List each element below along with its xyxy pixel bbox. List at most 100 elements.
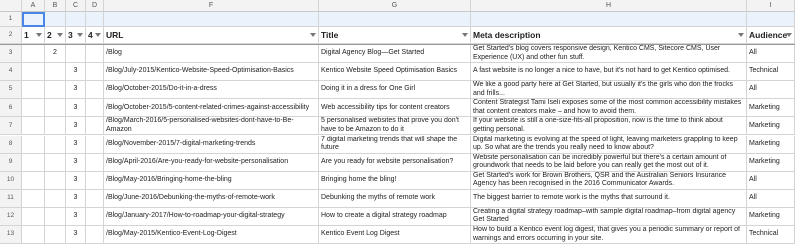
level1-cell[interactable] xyxy=(22,99,45,118)
url-cell[interactable]: /Blog/October-2015/Do-it-in-a-dress xyxy=(104,81,319,100)
url-cell[interactable]: /Blog/May-2016/Bringing-home-the-bling xyxy=(104,171,319,190)
level4-cell[interactable] xyxy=(86,153,104,172)
level3-cell[interactable]: 3 xyxy=(66,207,86,226)
title-header[interactable]: Title xyxy=(319,27,471,44)
row-number[interactable]: 9 xyxy=(0,153,22,172)
title-cell[interactable]: Doing it in a dress for One Girl xyxy=(319,81,471,100)
level1-cell[interactable] xyxy=(22,189,45,208)
level3-cell[interactable]: 3 xyxy=(66,153,86,172)
title-cell[interactable]: 7 digital marketing trends that will sha… xyxy=(319,135,471,154)
url-cell[interactable]: /Blog/November-2015/7-digital-marketing-… xyxy=(104,135,319,154)
url-cell[interactable]: /Blog/October-2015/5-content-related-cri… xyxy=(104,99,319,118)
url-cell[interactable]: /Blog/May-2015/Kentico-Event-Log-Digest xyxy=(104,226,319,244)
level2-cell[interactable] xyxy=(45,171,66,190)
row-number[interactable]: 6 xyxy=(0,99,22,118)
level1-header[interactable]: 1 xyxy=(22,27,45,44)
level2-cell[interactable]: 2 xyxy=(45,45,66,64)
meta-description-cell[interactable]: The biggest barrier to remote work is th… xyxy=(471,189,747,208)
title-cell[interactable]: Debunking the myths of remote work xyxy=(319,189,471,208)
column-header-c[interactable]: C xyxy=(66,0,86,12)
column-header-g[interactable]: G xyxy=(319,0,471,12)
audience-cell[interactable]: Marketing xyxy=(747,135,795,154)
row-number[interactable]: 2 xyxy=(0,27,22,44)
cell-a1[interactable] xyxy=(22,12,45,27)
title-cell[interactable]: Are you ready for website personalisatio… xyxy=(319,153,471,172)
audience-cell[interactable]: All xyxy=(747,81,795,100)
audience-cell[interactable]: All xyxy=(747,45,795,64)
column-header-h[interactable]: H xyxy=(471,0,747,12)
level3-cell[interactable]: 3 xyxy=(66,226,86,244)
cell-b1[interactable] xyxy=(45,12,66,27)
level1-cell[interactable] xyxy=(22,63,45,82)
url-cell[interactable]: /Blog/June-2016/Debunking-the-myths-of-r… xyxy=(104,189,319,208)
cell-c1[interactable] xyxy=(66,12,86,27)
level2-cell[interactable] xyxy=(45,207,66,226)
title-cell[interactable]: Kentico Event Log Digest xyxy=(319,226,471,244)
level4-cell[interactable] xyxy=(86,63,104,82)
url-cell[interactable]: /Blog/April-2016/Are-you-ready-for-websi… xyxy=(104,153,319,172)
audience-cell[interactable]: Marketing xyxy=(747,99,795,118)
filter-icon[interactable] xyxy=(462,33,468,37)
url-cell[interactable]: /Blog/January-2017/How-to-roadmap-your-d… xyxy=(104,207,319,226)
level4-cell[interactable] xyxy=(86,171,104,190)
cell-h1[interactable] xyxy=(471,12,747,27)
row-number[interactable]: 3 xyxy=(0,45,22,64)
row-number[interactable]: 7 xyxy=(0,117,22,136)
column-header-d[interactable]: D xyxy=(86,0,104,12)
row-number[interactable]: 5 xyxy=(0,81,22,100)
level3-cell[interactable]: 3 xyxy=(66,189,86,208)
level2-cell[interactable] xyxy=(45,189,66,208)
title-cell[interactable]: Web accessibility tips for content creat… xyxy=(319,99,471,118)
level1-cell[interactable] xyxy=(22,135,45,154)
meta-description-cell[interactable]: We like a good party here at Get Started… xyxy=(471,81,747,100)
row-number[interactable]: 1 xyxy=(0,12,22,27)
filter-icon[interactable] xyxy=(77,33,83,37)
column-header-i[interactable]: I xyxy=(747,0,795,12)
url-header[interactable]: URL xyxy=(104,27,319,44)
level4-cell[interactable] xyxy=(86,45,104,64)
meta-description-cell[interactable]: A fast website is no longer a nice to ha… xyxy=(471,63,747,82)
level4-cell[interactable] xyxy=(86,117,104,136)
column-header-b[interactable]: B xyxy=(45,0,66,12)
level3-cell[interactable]: 3 xyxy=(66,171,86,190)
level1-cell[interactable] xyxy=(22,171,45,190)
title-cell[interactable]: Kentico Website Speed Optimisation Basic… xyxy=(319,63,471,82)
audience-cell[interactable]: All xyxy=(747,189,795,208)
audience-header[interactable]: Audience xyxy=(747,27,795,44)
filter-icon[interactable] xyxy=(36,33,42,37)
title-cell[interactable]: Digital Agency Blog—Get Started xyxy=(319,45,471,64)
title-cell[interactable]: Bringing home the bling! xyxy=(319,171,471,190)
row-number[interactable]: 8 xyxy=(0,135,22,154)
level1-cell[interactable] xyxy=(22,207,45,226)
level4-header[interactable]: 4 xyxy=(86,27,104,44)
audience-cell[interactable]: Technical xyxy=(747,226,795,244)
row-number[interactable]: 11 xyxy=(0,189,22,208)
row-number[interactable]: 13 xyxy=(0,226,22,244)
filter-icon[interactable] xyxy=(738,33,744,37)
level3-cell[interactable]: 3 xyxy=(66,99,86,118)
level4-cell[interactable] xyxy=(86,81,104,100)
select-all-corner[interactable] xyxy=(0,0,22,12)
filter-icon[interactable] xyxy=(786,33,792,37)
level2-cell[interactable] xyxy=(45,99,66,118)
row-number[interactable]: 12 xyxy=(0,207,22,226)
meta-description-cell[interactable]: Content Strategist Tami Iseli exposes so… xyxy=(471,99,747,118)
level3-cell[interactable]: 3 xyxy=(66,117,86,136)
level2-cell[interactable] xyxy=(45,226,66,244)
audience-cell[interactable]: Technical xyxy=(747,63,795,82)
level2-cell[interactable] xyxy=(45,63,66,82)
cell-d1[interactable] xyxy=(86,12,104,27)
meta-description-header[interactable]: Meta description xyxy=(471,27,747,44)
meta-description-cell[interactable]: How to build a Kentico event log digest,… xyxy=(471,226,747,244)
column-header-a[interactable]: A xyxy=(22,0,45,12)
level4-cell[interactable] xyxy=(86,207,104,226)
level2-header[interactable]: 2 xyxy=(45,27,66,44)
level3-cell[interactable]: 3 xyxy=(66,63,86,82)
audience-cell[interactable]: Marketing xyxy=(747,153,795,172)
level3-header[interactable]: 3 xyxy=(66,27,86,44)
level2-cell[interactable] xyxy=(45,135,66,154)
level1-cell[interactable] xyxy=(22,153,45,172)
title-cell[interactable]: How to create a digital strategy roadmap xyxy=(319,207,471,226)
level4-cell[interactable] xyxy=(86,189,104,208)
row-number[interactable]: 4 xyxy=(0,63,22,82)
